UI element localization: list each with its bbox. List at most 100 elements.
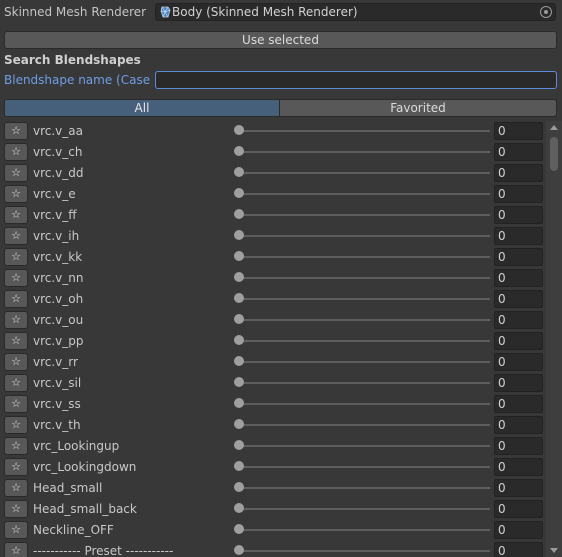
blendshape-name: Neckline_OFF	[33, 523, 114, 537]
blendshape-value-field[interactable]: 0	[494, 395, 543, 413]
blendshape-value-field[interactable]: 0	[494, 353, 543, 371]
blendshape-slider-handle[interactable]	[234, 524, 244, 534]
blendshape-search-input[interactable]	[155, 71, 557, 89]
use-selected-button[interactable]: Use selected	[4, 31, 557, 49]
blendshape-slider-handle[interactable]	[234, 125, 244, 135]
blendshape-slider-handle[interactable]	[234, 482, 244, 492]
tab-favorited[interactable]: Favorited	[279, 99, 557, 117]
blendshape-value-field[interactable]: 0	[494, 416, 543, 434]
favorite-star-icon[interactable]: ☆	[4, 521, 28, 539]
favorite-star-icon[interactable]: ☆	[4, 311, 28, 329]
blendshape-slider-track[interactable]	[239, 508, 490, 510]
blendshape-slider-handle[interactable]	[234, 188, 244, 198]
skinned-mesh-renderer-field[interactable]: Body (Skinned Mesh Renderer)	[155, 3, 556, 21]
blendshape-slider-track[interactable]	[239, 403, 490, 405]
blendshape-slider-track[interactable]	[239, 319, 490, 321]
blendshape-row: ☆ vrc.v_ff 0	[0, 205, 546, 226]
blendshape-row: ☆ vrc.v_dd 0	[0, 163, 546, 184]
blendshape-value-field[interactable]: 0	[494, 206, 543, 224]
blendshape-name: vrc.v_th	[33, 418, 81, 432]
blendshape-slider-track[interactable]	[239, 151, 490, 153]
blendshape-value-field[interactable]: 0	[494, 164, 543, 182]
blendshape-value-field[interactable]: 0	[494, 458, 543, 476]
blendshape-slider-handle[interactable]	[234, 230, 244, 240]
blendshape-row: ☆ Neckline_OFF 0	[0, 520, 546, 541]
blendshape-slider-handle[interactable]	[234, 314, 244, 324]
blendshape-value-field[interactable]: 0	[494, 311, 543, 329]
blendshape-slider-handle[interactable]	[234, 419, 244, 429]
blendshape-slider-track[interactable]	[239, 277, 490, 279]
blendshape-slider-handle[interactable]	[234, 503, 244, 513]
favorite-star-icon[interactable]: ☆	[4, 416, 28, 434]
favorite-star-icon[interactable]: ☆	[4, 437, 28, 455]
favorite-star-icon[interactable]: ☆	[4, 500, 28, 518]
scroll-thumb[interactable]	[550, 137, 558, 171]
blendshape-slider-handle[interactable]	[234, 335, 244, 345]
blendshape-slider-handle[interactable]	[234, 167, 244, 177]
blendshape-value-field[interactable]: 0	[494, 185, 543, 203]
favorite-star-icon[interactable]: ☆	[4, 206, 28, 224]
blendshape-value-field[interactable]: 0	[494, 437, 543, 455]
blendshape-value-field[interactable]: 0	[494, 332, 543, 350]
blendshape-slider-track[interactable]	[239, 235, 490, 237]
favorite-star-icon[interactable]: ☆	[4, 374, 28, 392]
blendshape-slider-handle[interactable]	[234, 251, 244, 261]
blendshape-slider-handle[interactable]	[234, 209, 244, 219]
blendshape-slider-track[interactable]	[239, 529, 490, 531]
favorite-star-icon[interactable]: ☆	[4, 353, 28, 371]
blendshape-slider-handle[interactable]	[234, 461, 244, 471]
blendshape-value-field[interactable]: 0	[494, 227, 543, 245]
blendshape-slider-handle[interactable]	[234, 272, 244, 282]
favorite-star-icon[interactable]: ☆	[4, 122, 28, 140]
blendshape-slider-track[interactable]	[239, 256, 490, 258]
blendshape-slider-handle[interactable]	[234, 377, 244, 387]
favorite-star-icon[interactable]: ☆	[4, 269, 28, 287]
blendshape-value-field[interactable]: 0	[494, 248, 543, 266]
blendshape-slider-track[interactable]	[239, 466, 490, 468]
blendshape-value-field[interactable]: 0	[494, 479, 543, 497]
blendshape-value-field[interactable]: 0	[494, 542, 543, 557]
favorite-star-icon[interactable]: ☆	[4, 185, 28, 203]
scroll-up-arrow-icon[interactable]	[550, 125, 558, 130]
blendshape-slider-handle[interactable]	[234, 356, 244, 366]
blendshape-slider-track[interactable]	[239, 424, 490, 426]
blendshape-slider-track[interactable]	[239, 361, 490, 363]
blendshape-slider-track[interactable]	[239, 172, 490, 174]
favorite-star-icon[interactable]: ☆	[4, 395, 28, 413]
favorite-star-icon[interactable]: ☆	[4, 164, 28, 182]
favorite-star-icon[interactable]: ☆	[4, 143, 28, 161]
blendshape-slider-track[interactable]	[239, 298, 490, 300]
blendshape-slider-track[interactable]	[239, 340, 490, 342]
blendshape-slider-handle[interactable]	[234, 398, 244, 408]
blendshape-slider-handle[interactable]	[234, 146, 244, 156]
blendshape-slider-track[interactable]	[239, 382, 490, 384]
blendshape-value-field[interactable]: 0	[494, 269, 543, 287]
blendshape-name: vrc.v_sil	[33, 376, 82, 390]
blendshape-slider-track[interactable]	[239, 550, 490, 552]
blendshape-value-field[interactable]: 0	[494, 374, 543, 392]
blendshape-slider-handle[interactable]	[234, 545, 244, 555]
favorite-star-icon[interactable]: ☆	[4, 479, 28, 497]
blendshape-value-field[interactable]: 0	[494, 143, 543, 161]
favorite-star-icon[interactable]: ☆	[4, 290, 28, 308]
blendshape-slider-track[interactable]	[239, 214, 490, 216]
blendshape-slider-handle[interactable]	[234, 440, 244, 450]
vertical-scrollbar[interactable]	[546, 121, 562, 557]
blendshape-slider-track[interactable]	[239, 130, 490, 132]
blendshape-slider-track[interactable]	[239, 445, 490, 447]
favorite-star-icon[interactable]: ☆	[4, 248, 28, 266]
scroll-down-arrow-icon[interactable]	[550, 548, 558, 553]
blendshape-value-field[interactable]: 0	[494, 290, 543, 308]
blendshape-slider-handle[interactable]	[234, 293, 244, 303]
favorite-star-icon[interactable]: ☆	[4, 542, 28, 557]
favorite-star-icon[interactable]: ☆	[4, 458, 28, 476]
blendshape-slider-track[interactable]	[239, 193, 490, 195]
blendshape-value-field[interactable]: 0	[494, 122, 543, 140]
favorite-star-icon[interactable]: ☆	[4, 332, 28, 350]
blendshape-value-field[interactable]: 0	[494, 500, 543, 518]
object-picker-icon[interactable]	[540, 6, 552, 18]
favorite-star-icon[interactable]: ☆	[4, 227, 28, 245]
blendshape-slider-track[interactable]	[239, 487, 490, 489]
tab-all[interactable]: All	[4, 99, 280, 117]
blendshape-value-field[interactable]: 0	[494, 521, 543, 539]
